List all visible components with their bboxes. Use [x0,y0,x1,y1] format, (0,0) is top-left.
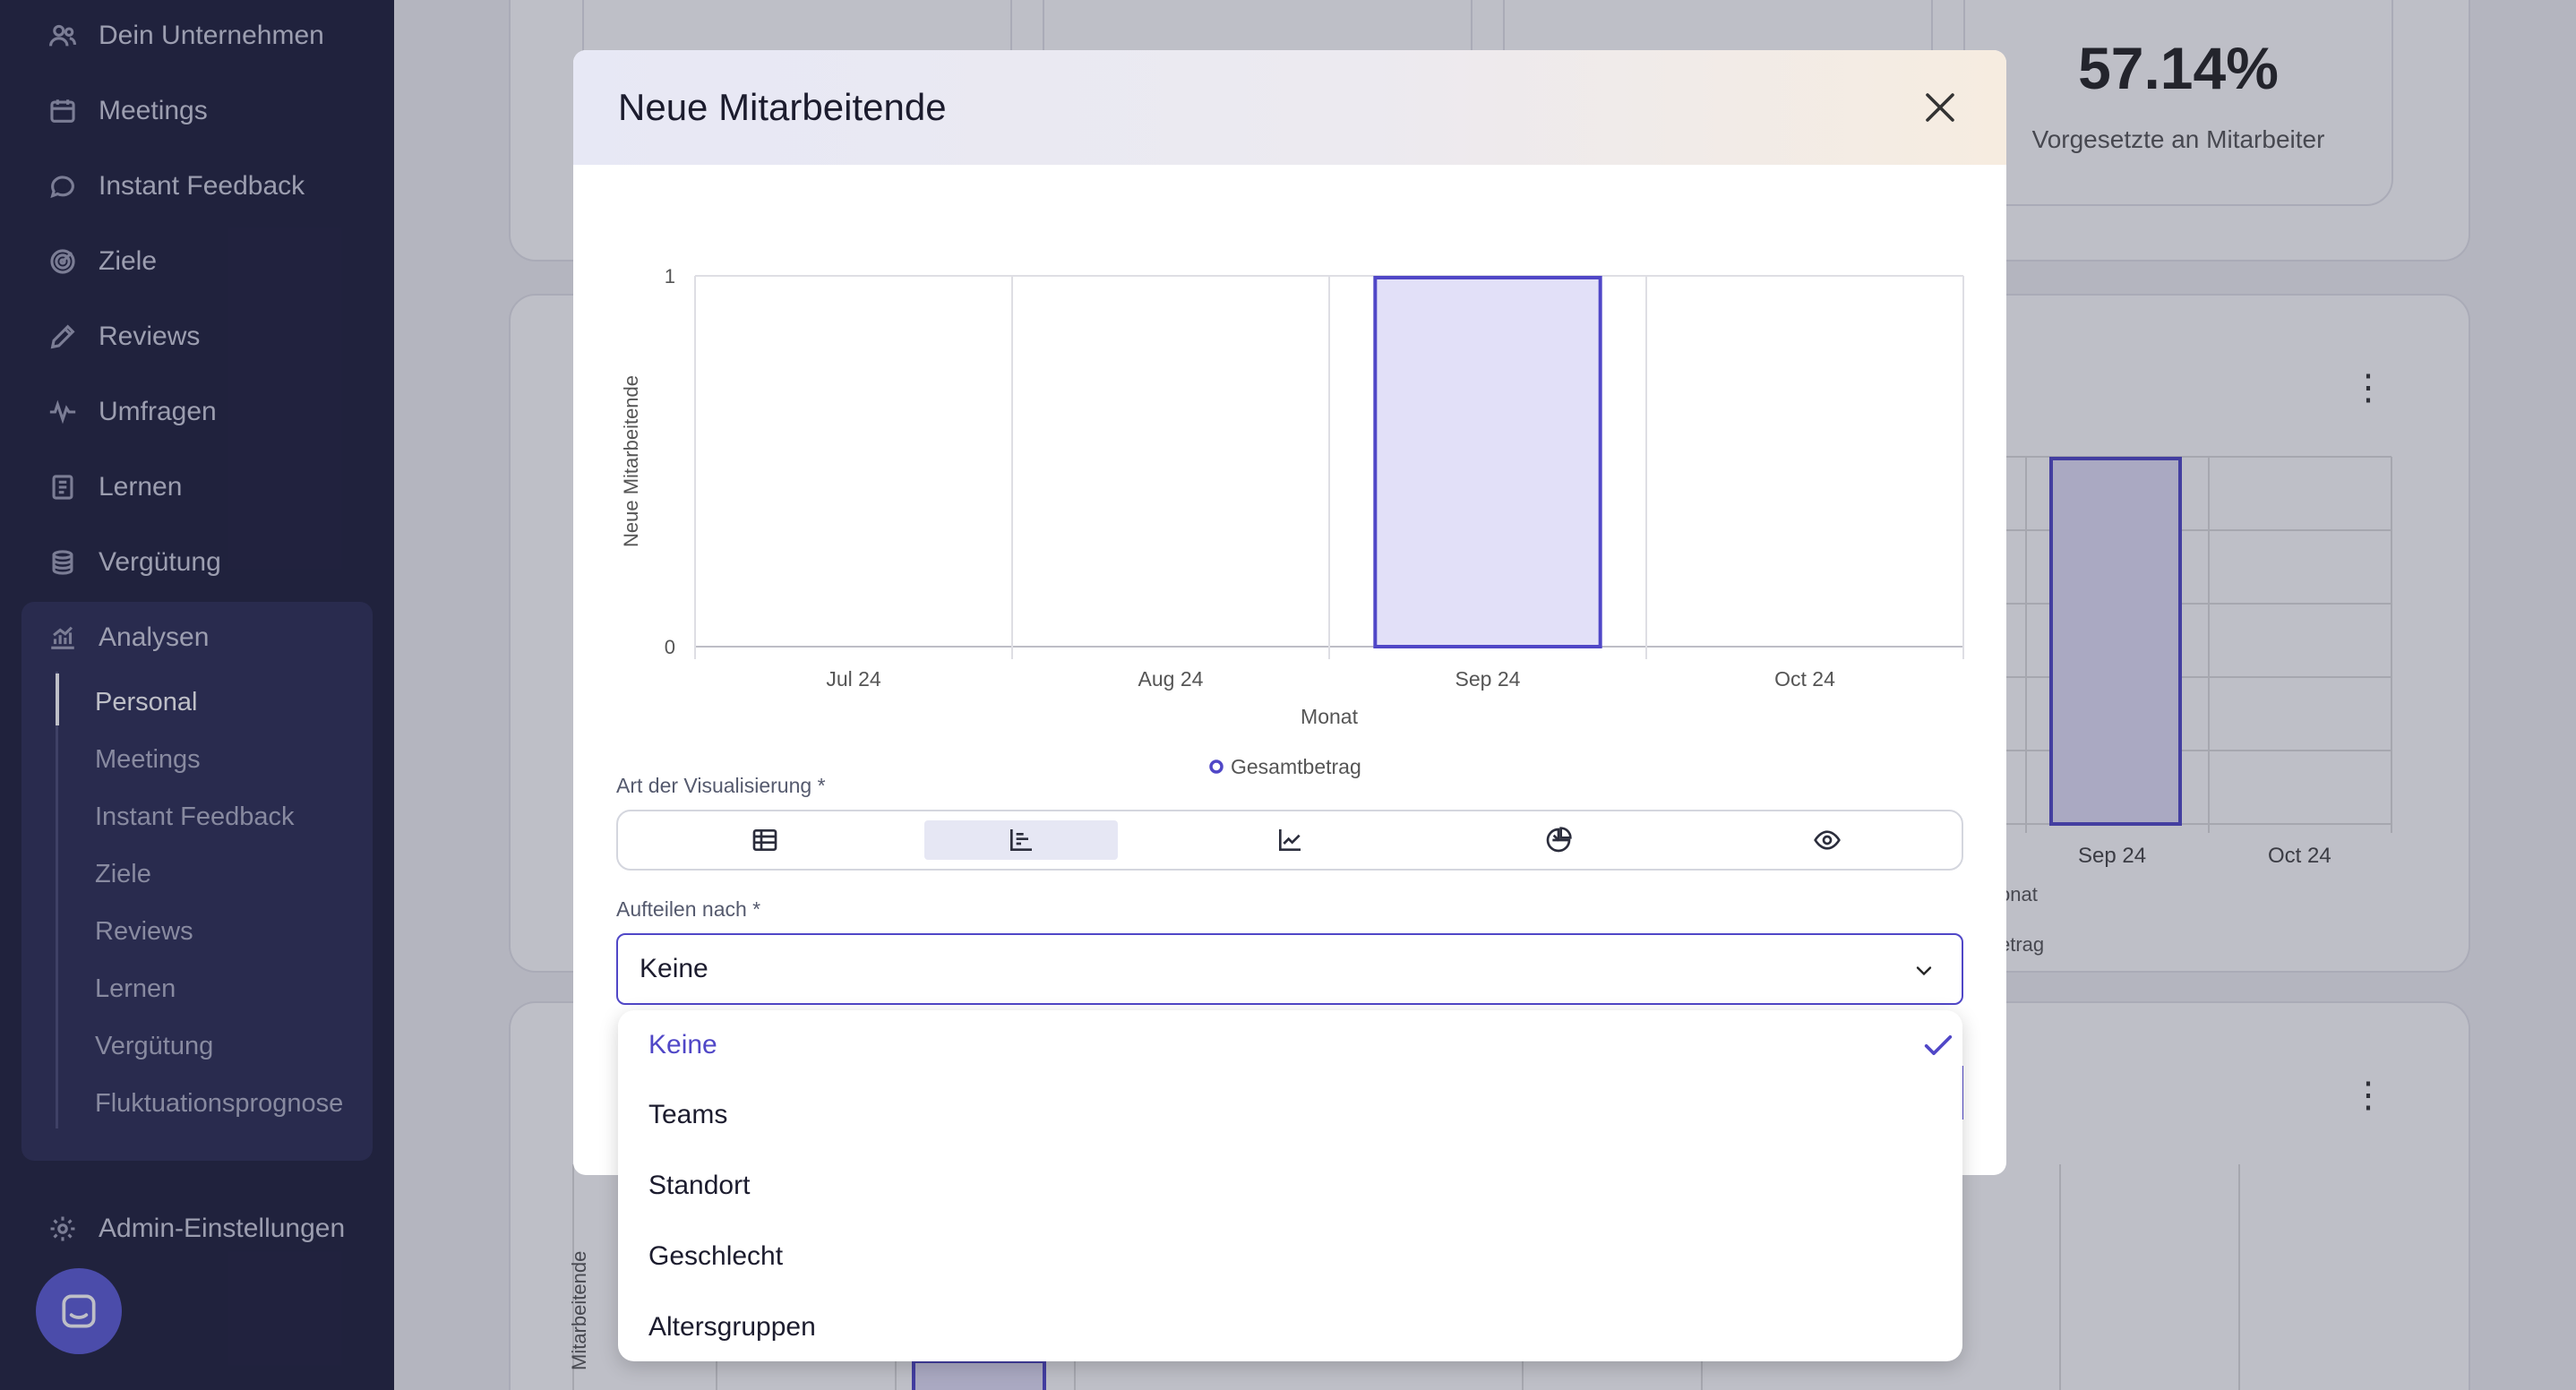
modal-title: Neue Mitarbeitende [618,86,947,128]
split-by-label: Aufteilen nach * [616,897,761,921]
dropdown-option-altersgruppen[interactable]: Altersgruppen [648,1305,816,1350]
bar [1373,276,1602,648]
line-chart-icon [1279,829,1301,851]
vis-option-preview[interactable] [1730,820,1924,860]
visualization-label: Art der Visualisierung * [616,774,826,797]
checkmark-icon [1924,1035,1953,1055]
vis-option-table[interactable] [668,820,862,860]
chevron-down-icon [1916,966,1932,976]
x-tick-label: Oct 24 [1774,667,1835,691]
chart-modal: Neue Mitarbeitende 0 1 Jul 24 Aug 24 Sep 24 O… [573,50,2006,1175]
dropdown-option-keine[interactable]: Keine [648,1023,1953,1068]
dropdown-option-teams[interactable]: Teams [648,1093,727,1137]
split-by-select[interactable]: Keine [616,933,1963,1005]
split-by-value: Keine [640,954,708,983]
x-tick-label: Sep 24 [1455,667,1521,691]
modal-header: Neue Mitarbeitende [573,50,2006,165]
table-icon [752,829,777,851]
legend-marker [1209,759,1224,774]
pie-chart-icon [1546,827,1572,853]
x-tick-label: Aug 24 [1138,667,1204,691]
dropdown-option-label: Keine [648,1030,717,1060]
y-tick-label: 0 [665,636,675,658]
dropdown-option-geschlecht[interactable]: Geschlecht [648,1234,783,1279]
y-tick-label: 1 [665,265,675,287]
legend-label: Gesamtbetrag [1231,755,1361,778]
dropdown-option-standort[interactable]: Standort [648,1163,750,1208]
vis-option-line[interactable] [1193,820,1387,860]
vis-option-bar[interactable] [924,820,1118,860]
vis-option-pie[interactable] [1462,820,1655,860]
visualization-toggle [616,810,1963,871]
eye-icon [1814,830,1841,850]
bar-chart-icon [1010,829,1032,851]
x-tick-label: Jul 24 [826,667,881,691]
modal-chart: 0 1 Jul 24 Aug 24 Sep 24 Oct 24 Monat Neue Mita… [620,265,1964,778]
close-icon[interactable] [1919,86,1962,129]
x-axis-label: Monat [1301,705,1359,728]
y-axis-label: Neue Mitarbeitende [620,375,642,547]
split-by-dropdown: Keine Teams Standort Geschlecht Altersgr… [618,1010,1962,1361]
